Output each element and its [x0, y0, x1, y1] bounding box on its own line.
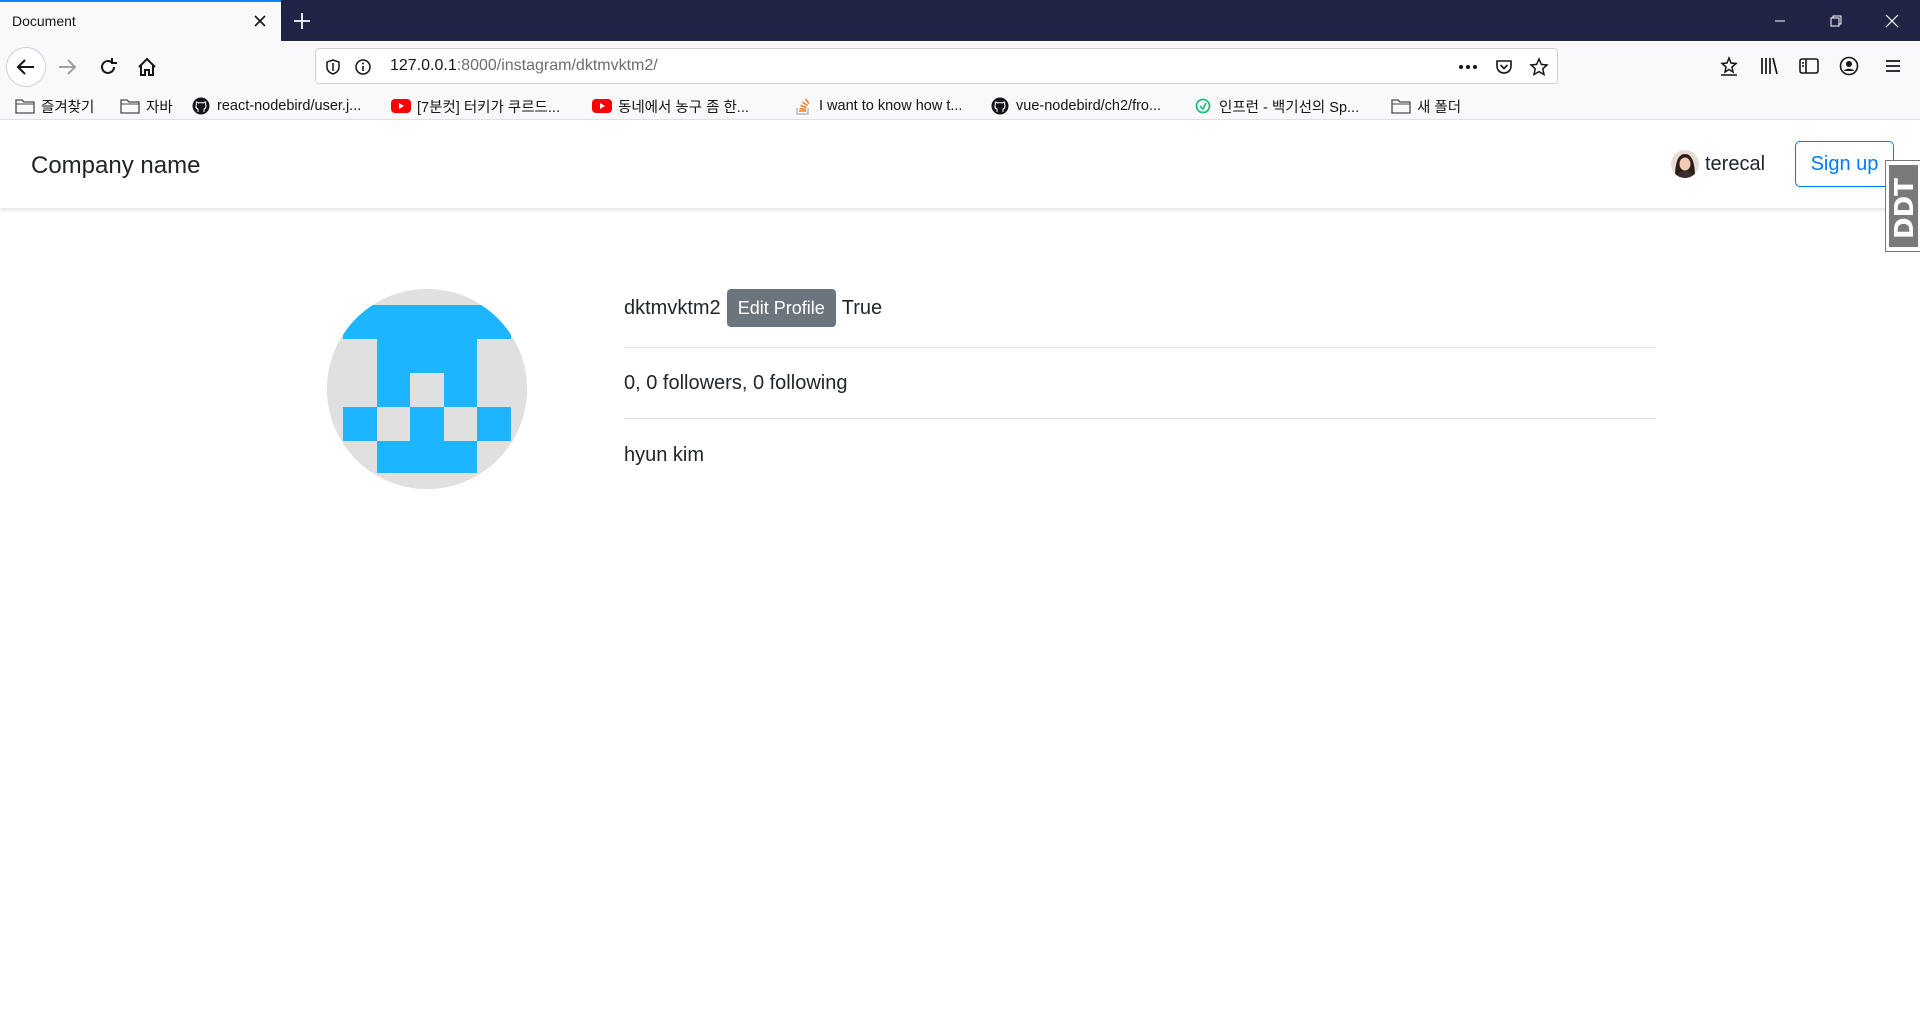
profile-header-row: dktmvktm2 Edit Profile True	[624, 289, 1656, 327]
bookmark-item[interactable]: vue-nodebird/ch2/fro...	[990, 95, 1161, 117]
signup-button[interactable]: Sign up	[1795, 141, 1894, 187]
bookmarks-bar: 즐겨찾기 자바 react-nodebird/user.j... [7분컷] 터…	[0, 92, 1920, 120]
profile-avatar	[327, 289, 527, 489]
library-icon[interactable]	[1757, 54, 1781, 78]
folder-icon	[120, 97, 140, 115]
window-close-icon[interactable]	[1864, 0, 1920, 41]
pocket-icon[interactable]	[1493, 56, 1515, 78]
bookmark-label: react-nodebird/user.j...	[217, 98, 362, 114]
youtube-icon	[391, 97, 411, 115]
bookmark-label: 동네에서 농구 좀 한...	[618, 99, 749, 116]
folder-icon	[15, 97, 35, 115]
restore-icon[interactable]	[1808, 0, 1864, 41]
youtube-icon	[592, 97, 612, 115]
sidebar-icon[interactable]	[1797, 54, 1821, 78]
reload-icon[interactable]	[88, 47, 128, 87]
menu-icon[interactable]	[1881, 54, 1905, 78]
bookmark-item[interactable]: [7분컷] 터키가 쿠르드...	[391, 95, 560, 117]
inflearn-icon	[1193, 97, 1213, 115]
site-header: Company name terecal Sign up	[0, 120, 1920, 208]
url-text[interactable]: 127.0.0.1:8000/instagram/dktmvktm2/	[390, 57, 658, 75]
bookmark-item[interactable]: 인프런 - 백기선의 Sp...	[1193, 95, 1359, 117]
profile-full-name: hyun kim	[624, 444, 705, 466]
profile-flag-text: True	[841, 296, 883, 319]
reading-list-icon[interactable]	[1717, 54, 1741, 78]
info-icon[interactable]	[352, 56, 374, 78]
browser-tab[interactable]: Document	[0, 0, 281, 41]
bookmark-item[interactable]: I want to know how t...	[793, 95, 962, 117]
bookmark-item[interactable]: 자바	[120, 95, 173, 117]
bookmark-label: I want to know how t...	[819, 98, 963, 114]
forward-arrow-icon[interactable]	[47, 47, 87, 87]
brand-link[interactable]: Company name	[31, 152, 200, 180]
tab-title: Document	[12, 13, 76, 29]
minimize-icon[interactable]	[1752, 0, 1808, 41]
extension-badge-label: DDT	[1890, 178, 1920, 239]
bookmark-item[interactable]: react-nodebird/user.j...	[191, 95, 361, 117]
extension-badge[interactable]: DDT	[1885, 160, 1920, 252]
extension-badge-bg: DDT	[1889, 165, 1920, 247]
profile-stats: 0, 0 followers, 0 following	[624, 372, 848, 394]
bookmark-item[interactable]: 동네에서 농구 좀 한...	[592, 95, 749, 117]
bookmark-label: [7분컷] 터키가 쿠르드...	[417, 99, 560, 116]
avatar	[1671, 150, 1699, 178]
browser-titlebar: Document	[0, 0, 1920, 41]
bookmark-label: 인프런 - 백기선의 Sp...	[1219, 99, 1360, 116]
shield-icon[interactable]	[322, 56, 344, 78]
home-icon[interactable]	[127, 47, 167, 87]
divider	[624, 418, 1656, 419]
github-icon	[990, 97, 1010, 115]
folder-icon	[1391, 97, 1411, 115]
stackoverflow-icon	[793, 97, 813, 115]
close-icon[interactable]	[249, 10, 271, 32]
new-tab-icon[interactable]	[290, 9, 314, 33]
back-arrow-icon[interactable]	[6, 47, 46, 87]
user-menu[interactable]: terecal	[1671, 150, 1765, 178]
bookmark-label: 새 폴더	[1417, 99, 1462, 116]
edit-profile-button[interactable]: Edit Profile	[726, 289, 836, 327]
bookmark-label: vue-nodebird/ch2/fro...	[1016, 98, 1162, 114]
account-icon[interactable]	[1837, 54, 1861, 78]
bookmark-star-icon[interactable]	[1528, 56, 1550, 78]
bookmark-item[interactable]: 새 폴더	[1391, 95, 1461, 117]
username-label: terecal	[1705, 152, 1766, 175]
profile-username: dktmvktm2	[624, 296, 721, 319]
divider	[624, 347, 1656, 348]
bookmark-label: 즐겨찾기	[41, 99, 95, 116]
more-actions-icon[interactable]	[1457, 56, 1479, 78]
bookmark-item[interactable]: 즐겨찾기	[15, 95, 94, 117]
address-bar[interactable]: 127.0.0.1:8000/instagram/dktmvktm2/	[315, 48, 1558, 84]
github-icon	[191, 97, 211, 115]
bookmark-label: 자바	[146, 99, 173, 116]
url-path: :8000/instagram/dktmvktm2/	[456, 57, 658, 74]
browser-toolbar: 127.0.0.1:8000/instagram/dktmvktm2/	[0, 41, 1920, 92]
url-host: 127.0.0.1	[390, 57, 457, 74]
